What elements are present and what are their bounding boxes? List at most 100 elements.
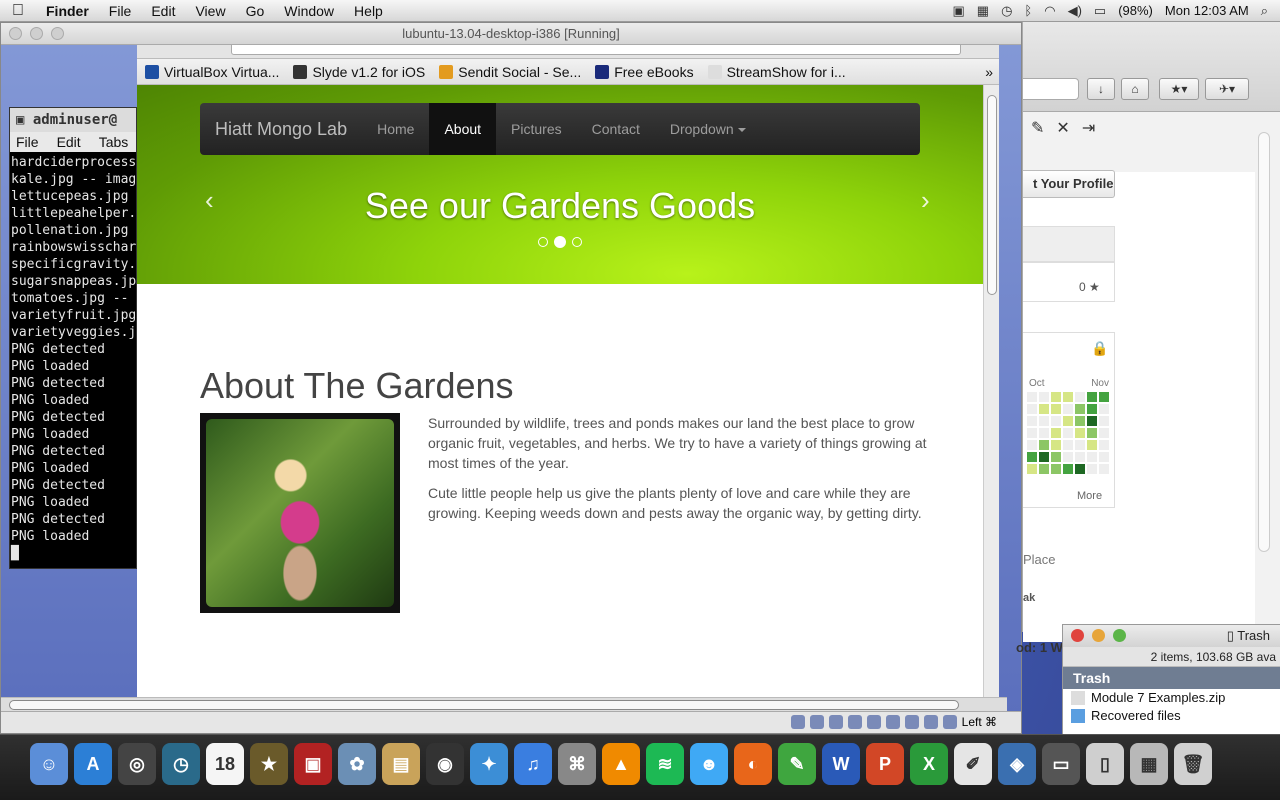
nav-about[interactable]: About — [429, 103, 497, 155]
powerpoint-icon[interactable]: P — [866, 743, 904, 785]
terminal-menu-file[interactable]: File — [16, 132, 39, 152]
network-icon[interactable] — [885, 715, 900, 729]
list-item[interactable]: Module 7 Examples.zip — [1063, 689, 1280, 707]
terminal-output[interactable]: hardciderprocess kale.jpg -- imag lettuc… — [10, 152, 136, 562]
evernote-menu-icon[interactable]: ▣ — [952, 3, 964, 19]
volume-icon[interactable]: ◀) — [1068, 3, 1082, 19]
documents-icon[interactable]: ▯ — [1086, 743, 1124, 785]
scroll-thumb[interactable] — [987, 95, 997, 295]
extension-icon[interactable]: ✈▾ — [1205, 78, 1249, 100]
background-scrollbar[interactable] — [1258, 132, 1270, 552]
spotify-icon[interactable]: ≋ — [646, 743, 684, 785]
spotlight-icon[interactable]: ⌕ — [1261, 3, 1268, 19]
address-bar[interactable] — [231, 45, 961, 55]
edit-profile-button[interactable]: t Your Profile — [1023, 170, 1115, 198]
carousel-dot[interactable] — [572, 237, 582, 247]
virtualbox-icon[interactable]: ◈ — [998, 743, 1036, 785]
app-store-icon[interactable]: A — [74, 743, 112, 785]
trash-icon[interactable]: 🗑 — [1174, 743, 1212, 785]
terminal-menu-tabs[interactable]: Tabs — [99, 132, 129, 152]
screen-icon[interactable]: ▭ — [1042, 743, 1080, 785]
bookmark-item[interactable]: Sendit Social - Se... — [439, 64, 581, 80]
list-item[interactable]: Recovered files — [1063, 707, 1280, 725]
bookmark-item[interactable]: Free eBooks — [595, 64, 694, 80]
zoom-button[interactable] — [1113, 629, 1126, 642]
minimize-button[interactable] — [1092, 629, 1105, 642]
mouse-integration-icon[interactable] — [942, 715, 957, 729]
itunes-icon[interactable]: ♫ — [514, 743, 552, 785]
page-scrollbar[interactable] — [983, 85, 999, 713]
finder-icon[interactable]: ☺ — [30, 743, 68, 785]
zoom-button[interactable] — [51, 27, 64, 40]
photo-booth-icon[interactable]: ▣ — [294, 743, 332, 785]
display-icon[interactable] — [866, 715, 881, 729]
clock[interactable]: Mon 12:03 AM — [1165, 3, 1249, 18]
menu-window[interactable]: Window — [274, 3, 344, 19]
apple-icon[interactable]:  — [0, 2, 36, 20]
excel-icon[interactable]: X — [910, 743, 948, 785]
hdd-icon[interactable] — [790, 715, 805, 729]
scroll-thumb[interactable] — [9, 700, 959, 710]
imovie-icon[interactable]: ★ — [250, 743, 288, 785]
carousel-dot[interactable] — [554, 236, 566, 248]
menu-help[interactable]: Help — [344, 3, 393, 19]
vlc-icon[interactable]: ▲ — [602, 743, 640, 785]
menu-file[interactable]: File — [99, 3, 142, 19]
terminal-menu-edit[interactable]: Edit — [57, 132, 81, 152]
menu-view[interactable]: View — [185, 3, 235, 19]
terminal-title[interactable]: ▣ adminuser@ — [10, 108, 136, 132]
tools-icon[interactable]: ✕ — [1056, 118, 1069, 138]
trash-titlebar[interactable]: ▯ Trash — [1063, 625, 1280, 647]
safari-icon[interactable]: ✦ — [470, 743, 508, 785]
vrde-icon[interactable] — [923, 715, 938, 729]
nav-pictures[interactable]: Pictures — [496, 103, 577, 155]
vbox-horizontal-scrollbar[interactable] — [1, 697, 1007, 711]
close-button[interactable] — [9, 27, 22, 40]
bookmark-item[interactable]: Slyde v1.2 for iOS — [293, 64, 425, 80]
more-link[interactable]: More — [1077, 490, 1102, 502]
spaces-icon[interactable]: ▦ — [977, 3, 989, 19]
signout-icon[interactable]: ⇥ — [1082, 118, 1095, 138]
download-icon[interactable]: ↓ — [1087, 78, 1115, 100]
nav-dropdown[interactable]: Dropdown — [655, 103, 761, 155]
usb-icon[interactable] — [828, 715, 843, 729]
site-brand[interactable]: Hiatt Mongo Lab — [200, 119, 362, 140]
menu-edit[interactable]: Edit — [141, 3, 185, 19]
messages-icon[interactable]: ☻ — [690, 743, 728, 785]
battery-icon[interactable]: ▭ — [1094, 3, 1106, 19]
iphoto-icon[interactable]: ✿ — [338, 743, 376, 785]
vbox-titlebar[interactable]: lubuntu-13.04-desktop-i386 [Running] — [1, 23, 1021, 45]
word-icon[interactable]: W — [822, 743, 860, 785]
bookmark-star-icon[interactable]: ★▾ — [1159, 78, 1199, 100]
edit-icon[interactable]: ✎ — [1031, 118, 1044, 138]
nav-home[interactable]: Home — [362, 103, 429, 155]
carousel-next-icon[interactable]: › — [921, 185, 930, 216]
bookmark-item[interactable]: VirtualBox Virtua... — [145, 64, 279, 80]
minimize-button[interactable] — [30, 27, 43, 40]
cd-icon[interactable] — [809, 715, 824, 729]
facetime-icon[interactable]: ◉ — [426, 743, 464, 785]
shared-folder-icon[interactable] — [847, 715, 862, 729]
capture-icon[interactable] — [904, 715, 919, 729]
bookmark-item[interactable]: StreamShow for i... — [707, 64, 846, 80]
textedit-icon[interactable]: ✐ — [954, 743, 992, 785]
carousel-dot[interactable] — [538, 237, 548, 247]
downloads-icon[interactable]: ▦ — [1130, 743, 1168, 785]
evernote-icon[interactable]: ✎ — [778, 743, 816, 785]
menu-finder[interactable]: Finder — [36, 3, 99, 19]
time-machine-icon[interactable]: ◷ — [162, 743, 200, 785]
menu-go[interactable]: Go — [236, 3, 275, 19]
firefox-icon[interactable]: ◐ — [734, 743, 772, 785]
bookmarks-overflow-icon[interactable]: » — [985, 64, 999, 80]
image-capture-icon[interactable]: ▤ — [382, 743, 420, 785]
background-search-field[interactable] — [1023, 78, 1079, 100]
nav-contact[interactable]: Contact — [577, 103, 655, 155]
dashboard-icon[interactable]: ◎ — [118, 743, 156, 785]
calendar-icon[interactable]: 18 — [206, 743, 244, 785]
wifi-icon[interactable]: ◠ — [1044, 3, 1055, 19]
preview-icon[interactable]: ⌘ — [558, 743, 596, 785]
close-button[interactable] — [1071, 629, 1084, 642]
home-icon[interactable]: ⌂ — [1121, 78, 1149, 100]
time-machine-icon[interactable]: ◷ — [1001, 3, 1012, 19]
battery-percent[interactable]: (98%) — [1118, 3, 1153, 18]
